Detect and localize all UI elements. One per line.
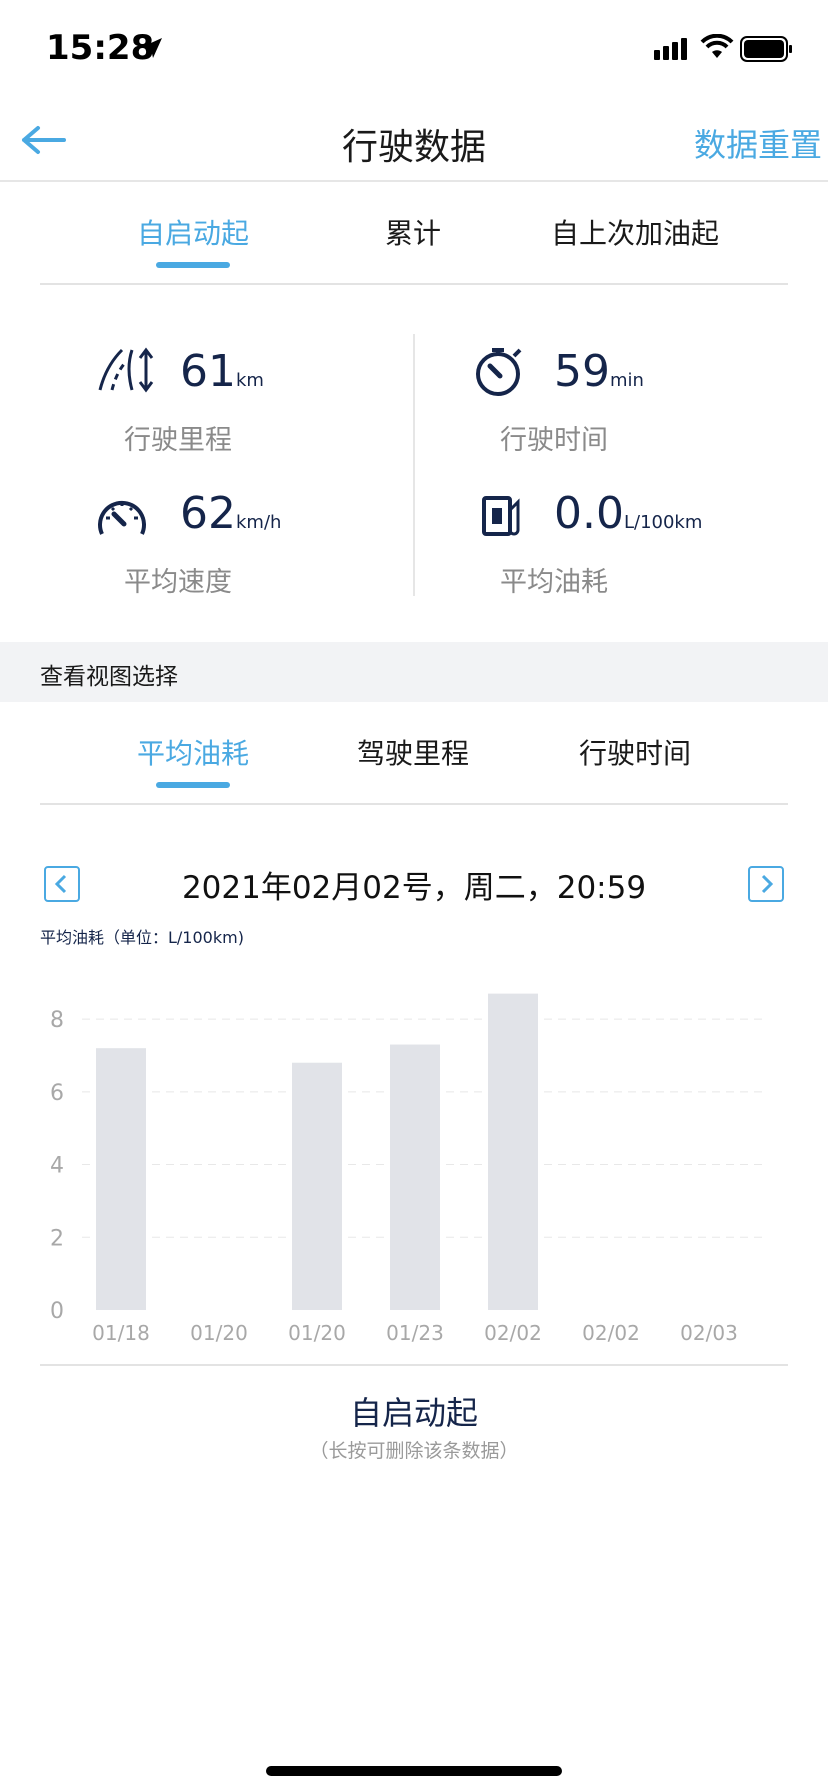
y-tick-label: 0 (50, 1299, 64, 1324)
chart-bottom-divider (40, 1364, 788, 1366)
fuel-unit: L/100km (623, 512, 703, 533)
wifi-icon (700, 34, 734, 58)
time-unit: min (610, 370, 644, 391)
chevron-right-icon (761, 874, 774, 894)
view-tabs-divider (40, 803, 788, 805)
speed-label: 平均速度 (124, 567, 232, 598)
y-tick-label: 2 (50, 1226, 64, 1251)
tab-since-start[interactable]: 自启动起 (80, 212, 306, 252)
tab-cumulative[interactable]: 累计 (300, 212, 526, 252)
x-tick-label: 02/03 (680, 1321, 738, 1345)
mileage-value: 61 (180, 346, 236, 397)
tabs-divider (40, 283, 788, 285)
speed-value: 62 (180, 488, 236, 539)
mileage-label: 行驶里程 (124, 425, 232, 456)
y-tick-label: 6 (50, 1081, 64, 1106)
chart-caption: 平均油耗（单位：L/100km) (40, 928, 244, 947)
view-tab-indicator (156, 782, 230, 788)
speed-unit: km/h (236, 512, 282, 533)
speedometer-icon (98, 500, 146, 535)
chart-bar[interactable] (390, 1044, 440, 1310)
fuel-bar-chart[interactable]: 0 2 4 6 8 01/18 01/20 01/20 01/23 02/02 02/02 02/03 (0, 970, 828, 1350)
x-tick-label: 01/18 (92, 1321, 150, 1345)
x-tick-label: 01/20 (190, 1321, 248, 1345)
chart-bar[interactable] (292, 1062, 342, 1310)
x-tick-label: 02/02 (582, 1321, 640, 1345)
date-display: 2021年02月02号，周二，20:59 (181, 870, 647, 906)
cellular-signal-icon (654, 38, 687, 60)
stats-separator (413, 334, 415, 596)
mileage-icon (98, 347, 154, 393)
stopwatch-icon (476, 348, 522, 396)
y-tick-label: 4 (50, 1154, 64, 1179)
mileage-unit: km (236, 370, 264, 391)
view-selection-label: 查看视图选择 (40, 664, 178, 690)
time-label: 行驶时间 (500, 425, 608, 456)
nav-divider (0, 180, 828, 182)
fuel-icon (482, 496, 520, 536)
view-tab-fuel[interactable]: 平均油耗 (80, 732, 306, 772)
x-tick-label: 02/02 (484, 1321, 542, 1345)
chart-bar[interactable] (96, 1048, 146, 1310)
x-tick-label: 01/23 (386, 1321, 444, 1345)
tab-active-indicator (156, 262, 230, 268)
tab-since-refuel[interactable]: 自上次加油起 (520, 212, 750, 252)
fuel-value: 0.0 (554, 488, 624, 539)
fuel-label: 平均油耗 (500, 567, 608, 598)
data-reset-button[interactable]: 数据重置 (694, 120, 822, 166)
x-tick-label: 01/20 (288, 1321, 346, 1345)
footer-title: 自启动起 (349, 1394, 478, 1432)
chart-bar[interactable] (488, 993, 538, 1310)
view-tab-mileage[interactable]: 驾驶里程 (300, 732, 526, 772)
y-tick-label: 8 (50, 1008, 64, 1033)
status-time: 15:28 (46, 28, 155, 68)
footer-hint: （长按可删除该条数据） (309, 1440, 519, 1462)
chevron-left-icon (54, 874, 67, 894)
view-tab-time[interactable]: 行驶时间 (520, 732, 750, 772)
time-value: 59 (554, 346, 610, 397)
next-date-button[interactable] (748, 866, 784, 902)
prev-date-button[interactable] (44, 866, 80, 902)
home-indicator (266, 1766, 562, 1776)
battery-icon (740, 36, 792, 62)
location-arrow-icon (142, 38, 162, 58)
